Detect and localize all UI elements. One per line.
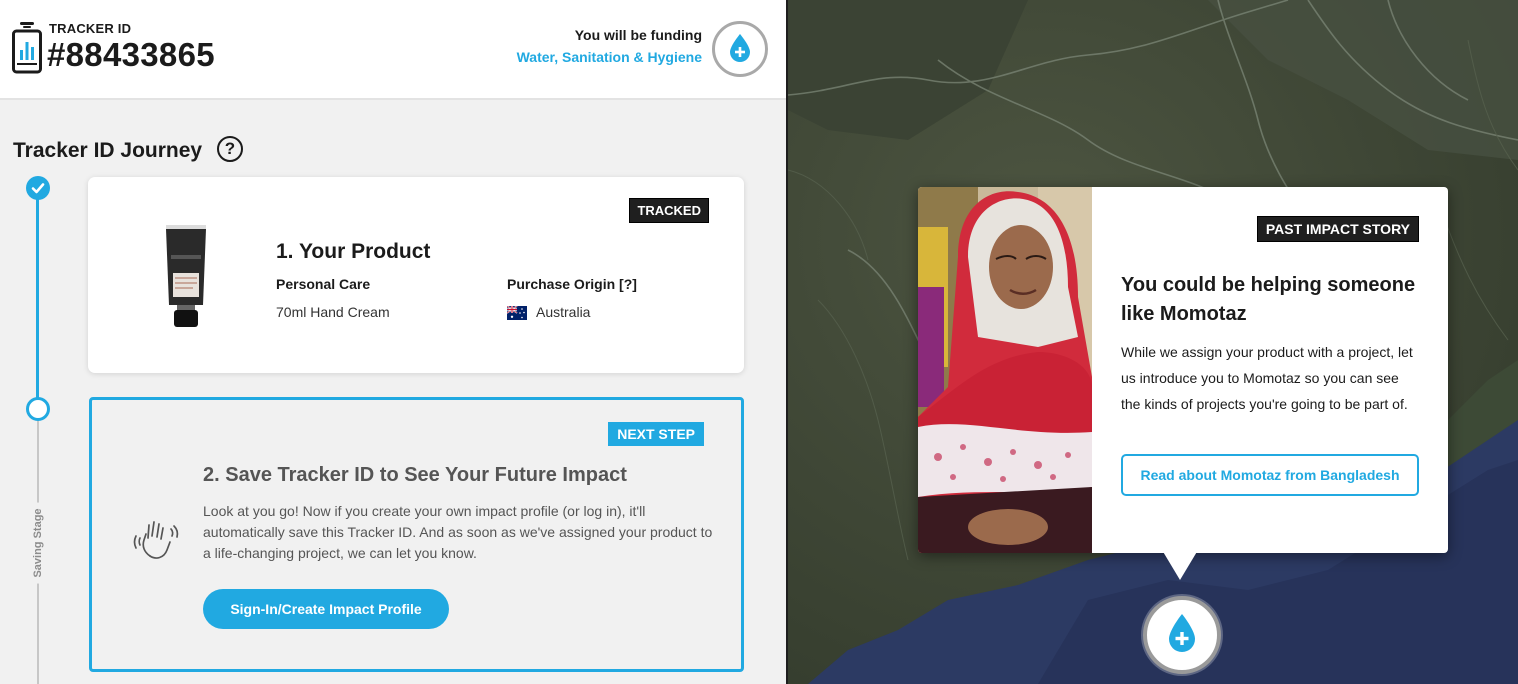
funding-info: You will be funding Water, Sanitation & … — [517, 27, 702, 65]
story-card-pointer — [1162, 550, 1198, 580]
momotaz-photo — [918, 187, 1092, 553]
momotaz-portrait — [918, 187, 1092, 553]
read-story-button[interactable]: Read about Momotaz from Bangladesh — [1121, 454, 1419, 496]
tracker-header: TRACKER ID #88433865 You will be funding… — [0, 0, 786, 100]
tracker-phone-icon — [12, 22, 42, 74]
water-drop-plus-icon — [1169, 614, 1195, 652]
story-title: You could be helping someone like Momota… — [1121, 274, 1416, 325]
funding-line: You will be funding — [574, 27, 702, 43]
next-step-badge: NEXT STEP — [608, 422, 704, 446]
journey-title: Tracker ID Journey — [13, 139, 203, 162]
product-card: TRACKED 1. Your Product Personal Care 70… — [88, 177, 744, 373]
next-step-title: 2. Save Tracker ID to See Your Future Im… — [203, 464, 627, 486]
sign-in-create-profile-button[interactable]: Sign-In/Create Impact Profile — [203, 589, 449, 629]
question-icon[interactable]: ? — [217, 136, 243, 162]
hand-cream-image — [166, 225, 206, 327]
tracker-panel: TRACKER ID #88433865 You will be funding… — [0, 0, 786, 684]
australia-flag-icon — [507, 306, 527, 320]
tracker-id-number: #88433865 — [47, 36, 215, 73]
story-description: While we assign your product with a proj… — [1121, 344, 1413, 412]
step-complete-marker — [26, 176, 50, 200]
check-icon — [31, 183, 45, 194]
product-title: 1. Your Product — [276, 240, 431, 263]
tracked-badge: TRACKED — [629, 198, 709, 223]
purchase-origin-value: Australia — [536, 304, 591, 320]
next-step-card: NEXT STEP 2. Save Tracker ID to See Your… — [89, 397, 744, 672]
timeline-progress — [36, 196, 39, 398]
purchase-origin-label[interactable]: Purchase Origin [?] — [507, 276, 637, 292]
tracker-id-label: TRACKER ID — [49, 21, 132, 36]
category-label: Personal Care — [276, 276, 371, 292]
impact-story-card: PAST IMPACT STORY You could be helping s… — [918, 187, 1448, 553]
project-map-pin[interactable] — [1143, 596, 1221, 674]
water-drop-plus-icon — [730, 34, 750, 62]
step-next-marker — [26, 397, 50, 421]
next-step-description: Look at you go! Now if you create your o… — [203, 503, 713, 561]
funding-cause-link[interactable]: Water, Sanitation & Hygiene — [517, 49, 702, 65]
cause-badge[interactable] — [712, 21, 768, 77]
waving-hand-icon — [133, 521, 179, 559]
past-impact-story-badge: PAST IMPACT STORY — [1256, 216, 1419, 242]
category-value: 70ml Hand Cream — [276, 304, 390, 320]
stage-label: Saving Stage — [32, 502, 44, 584]
